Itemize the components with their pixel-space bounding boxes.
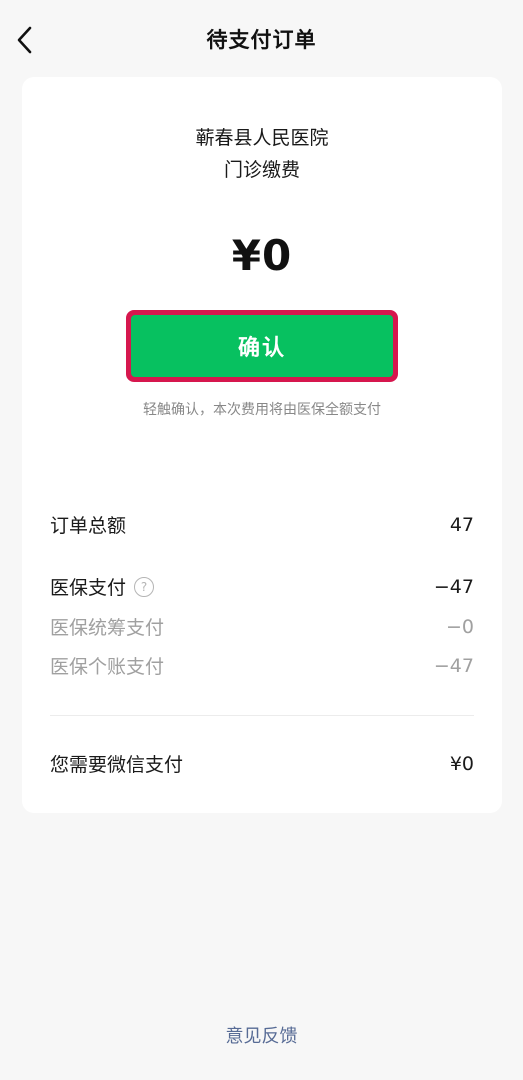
- insurance-payment-label-group: 医保支付 ?: [50, 573, 155, 600]
- insurance-payment-row: 医保支付 ? −47: [50, 573, 474, 600]
- pooled-payment-value: −0: [445, 615, 474, 638]
- pooled-payment-row: 医保统筹支付 −0: [50, 613, 474, 640]
- wechat-payment-label: 您需要微信支付: [50, 754, 184, 776]
- order-total-label: 订单总额: [50, 515, 127, 537]
- order-total-value: 47: [449, 513, 474, 536]
- order-card: 蕲春县人民医院 门诊缴费 ¥0 确认 轻触确认，本次费用将由医保全额支付 订单总…: [22, 77, 502, 813]
- wechat-payment-row: 您需要微信支付 ¥0: [50, 750, 474, 777]
- hospital-name: 蕲春县人民医院: [195, 127, 329, 149]
- insurance-payment-label: 医保支付: [50, 577, 127, 599]
- personal-account-row: 医保个账支付 −47: [50, 652, 474, 679]
- nav-bar: 待支付订单: [0, 0, 523, 78]
- feedback-link[interactable]: 意见反馈: [0, 1022, 523, 1048]
- service-type: 门诊缴费: [223, 159, 300, 181]
- confirm-button[interactable]: 确认: [131, 315, 393, 377]
- insurance-payment-value: −47: [433, 575, 474, 598]
- personal-account-value: −47: [433, 654, 474, 677]
- pooled-payment-label: 医保统筹支付: [50, 617, 165, 639]
- page-title: 待支付订单: [206, 28, 317, 52]
- divider: [50, 715, 474, 716]
- personal-account-label: 医保个账支付: [50, 656, 165, 678]
- payment-amount: ¥0: [231, 231, 293, 280]
- order-total-row: 订单总额 47: [50, 511, 474, 538]
- payment-hint: 轻触确认，本次费用将由医保全额支付: [143, 402, 381, 418]
- question-circle-icon[interactable]: ?: [134, 576, 155, 597]
- confirm-button-highlight: 确认: [126, 310, 398, 382]
- wechat-payment-value: ¥0: [449, 752, 474, 775]
